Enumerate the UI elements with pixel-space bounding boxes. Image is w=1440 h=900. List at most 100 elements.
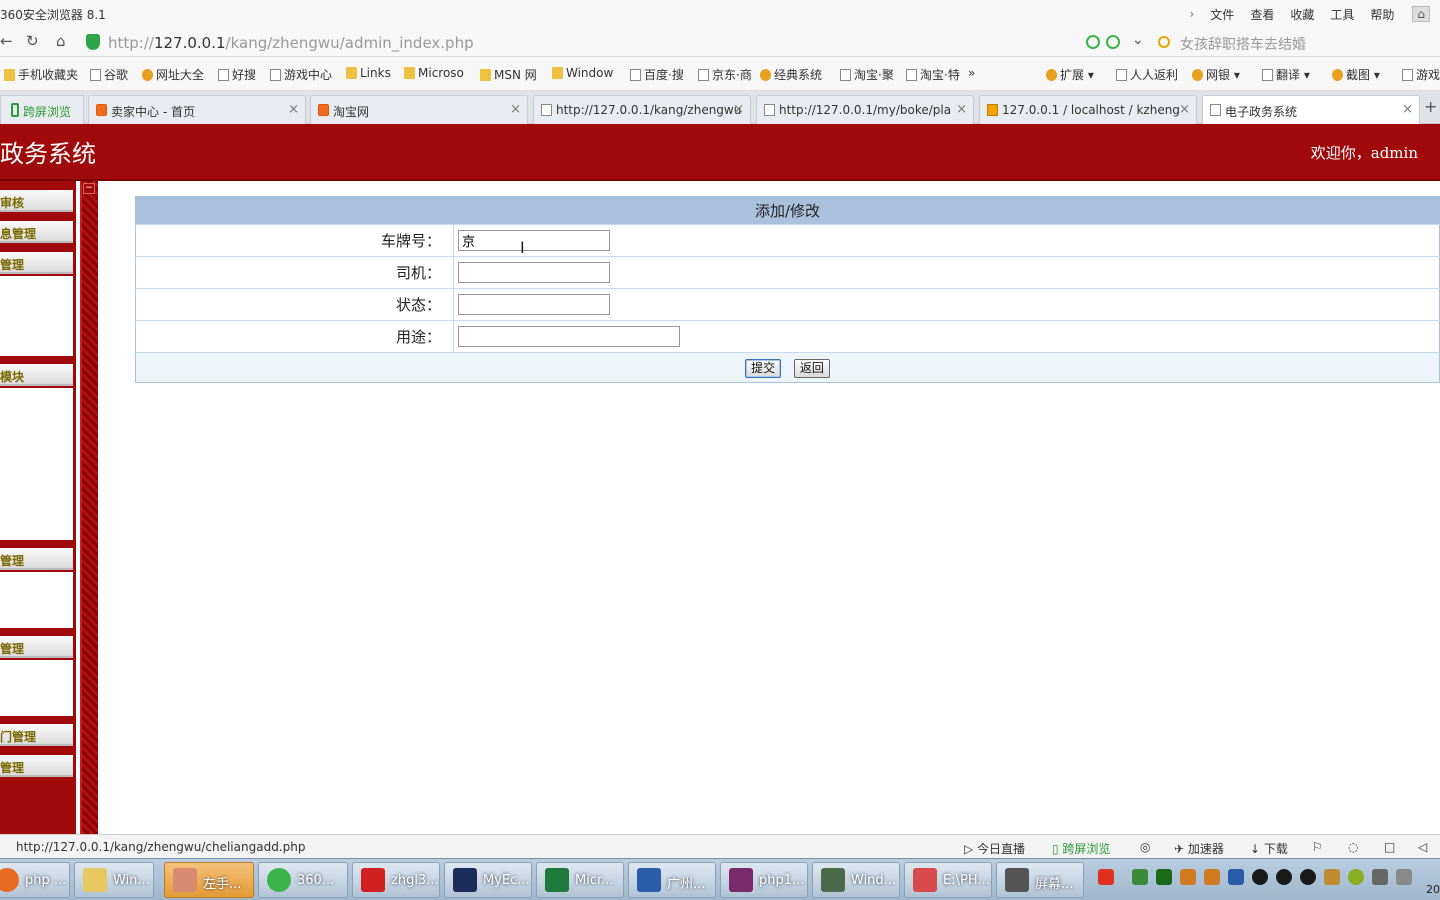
tab-taobao[interactable]: 淘宝网 × xyxy=(310,95,528,124)
tab-cross-screen[interactable]: 跨屏浏览 xyxy=(0,95,84,124)
bookmark-item[interactable]: 百度·搜 xyxy=(630,66,684,83)
taskbar-item[interactable]: php1... xyxy=(720,862,808,898)
bookmark-item[interactable]: 手机收藏夹 xyxy=(4,66,78,83)
search-box[interactable]: 女孩辞职搭车去结婚 xyxy=(1156,31,1440,54)
sidebar-item-dept-manage[interactable]: 门管理 xyxy=(0,724,73,746)
close-icon[interactable]: × xyxy=(956,102,967,117)
accelerator-button[interactable]: ✈ 加速器 xyxy=(1174,840,1224,857)
plate-number-input[interactable] xyxy=(458,230,610,251)
leaf-icon[interactable] xyxy=(1106,35,1120,49)
taskbar-item[interactable]: E:\PH... xyxy=(904,862,992,898)
search-placeholder[interactable]: 女孩辞职搭车去结婚 xyxy=(1180,34,1306,54)
bookmark-item[interactable]: 谷歌 xyxy=(90,66,128,83)
extension-item[interactable]: 人人返利 xyxy=(1116,66,1178,83)
home-icon[interactable]: ⌂ xyxy=(56,32,66,50)
live-today-button[interactable]: ▷ 今日直播 xyxy=(964,840,1025,857)
tray-app-icon[interactable] xyxy=(1324,869,1340,885)
back-button[interactable]: 返回 xyxy=(793,358,830,378)
bookmark-item[interactable]: Microso xyxy=(404,66,464,80)
taskbar-item[interactable]: php ... xyxy=(0,862,70,898)
taskbar-item[interactable]: 360... xyxy=(258,862,348,898)
extension-item[interactable]: 游戏 xyxy=(1402,66,1440,83)
submit-button[interactable]: 提交 xyxy=(745,358,782,378)
tray-app-icon[interactable] xyxy=(1348,869,1364,885)
menu-view[interactable]: 查看 xyxy=(1250,6,1274,23)
extension-item[interactable]: 扩展 ▾ xyxy=(1046,66,1094,83)
network-icon[interactable] xyxy=(1372,869,1388,885)
taskbar-item[interactable]: Wind... xyxy=(812,862,900,898)
compat-icon[interactable]: ◎ xyxy=(1140,840,1150,854)
clean-icon[interactable]: ◌ xyxy=(1348,840,1358,854)
tab-zhengwu[interactable]: http://127.0.0.1/kang/zhengwu × xyxy=(533,95,751,124)
menu-file[interactable]: 文件 xyxy=(1210,6,1234,23)
close-icon[interactable]: × xyxy=(1402,102,1413,117)
taskbar-item[interactable]: Micr... xyxy=(536,862,624,898)
sidebar-item-manage-1[interactable]: 管理 xyxy=(0,252,73,274)
taskbar-item[interactable]: MyEc... xyxy=(444,862,532,898)
tray-app-icon[interactable] xyxy=(1132,869,1148,885)
cross-screen-button[interactable]: ▯ 跨屏浏览 xyxy=(1052,840,1110,857)
taskbar-item[interactable]: zhgl3... xyxy=(352,862,440,898)
sidebar-item-audit[interactable]: 审核 xyxy=(0,190,73,212)
refresh-icon[interactable]: ↻ xyxy=(26,32,39,50)
tab-seller-center[interactable]: 卖家中心 - 首页 × xyxy=(88,95,306,124)
bookmark-item[interactable]: MSN 网 xyxy=(480,66,537,83)
download-button[interactable]: ↓ 下载 xyxy=(1250,840,1288,857)
tab-egov-system[interactable]: 电子政务系统 × xyxy=(1202,95,1420,125)
menu-tools[interactable]: 工具 xyxy=(1330,6,1354,23)
bookmark-item[interactable]: 游戏中心 xyxy=(270,66,332,83)
extension-item[interactable]: 网银 ▾ xyxy=(1192,66,1240,83)
chevron-down-icon[interactable]: ⌄ xyxy=(1132,32,1144,48)
sidebar-item-module[interactable]: 模块 xyxy=(0,364,73,386)
clock[interactable]: 20 xyxy=(1426,883,1440,896)
close-icon[interactable]: × xyxy=(1179,102,1190,117)
new-tab-icon[interactable]: + xyxy=(1424,97,1437,116)
menu-help[interactable]: 帮助 xyxy=(1370,6,1394,23)
status-input[interactable] xyxy=(458,294,610,315)
sidebar-item-manage-3[interactable]: 管理 xyxy=(0,636,73,658)
close-icon[interactable]: × xyxy=(733,102,744,117)
close-icon[interactable]: × xyxy=(288,102,299,117)
extension-item[interactable]: 翻译 ▾ xyxy=(1262,66,1310,83)
sidebar-item-info-manage[interactable]: 息管理 xyxy=(0,221,73,243)
taskbar-item[interactable]: 屏幕... xyxy=(996,862,1084,898)
bookmark-item[interactable]: 好搜 xyxy=(218,66,256,83)
tray-app-icon[interactable] xyxy=(1156,869,1172,885)
address-url[interactable]: http://127.0.0.1/kang/zhengwu/admin_inde… xyxy=(108,34,474,52)
volume-icon[interactable] xyxy=(1396,869,1412,885)
sidebar-item-manage-2[interactable]: 管理 xyxy=(0,548,73,570)
tab-boke[interactable]: http://127.0.0.1/my/boke/pla × xyxy=(756,95,974,124)
bookmark-item[interactable]: Window xyxy=(552,66,613,80)
window-icon[interactable]: □ xyxy=(1384,840,1395,854)
taskbar-item[interactable]: 左手... xyxy=(164,862,254,898)
flag-icon[interactable]: ⚐ xyxy=(1312,840,1323,854)
sidebar-splitter[interactable] xyxy=(80,181,98,834)
tray-app-icon[interactable] xyxy=(1180,869,1196,885)
back-icon[interactable]: ← xyxy=(0,32,13,50)
collapse-sidebar-button[interactable]: − xyxy=(83,183,95,194)
bookmark-item[interactable]: 淘宝·聚 xyxy=(840,66,894,83)
skin-icon[interactable]: ⌂ xyxy=(1412,6,1430,22)
qq-icon[interactable] xyxy=(1252,869,1268,885)
bookmark-item[interactable]: 京东·商 xyxy=(698,66,752,83)
chevron-right-icon[interactable]: › xyxy=(1189,7,1194,21)
volume-icon[interactable]: ◁ xyxy=(1418,840,1427,854)
bookmark-item[interactable]: 淘宝·特 xyxy=(906,66,960,83)
address-bar[interactable]: http://127.0.0.1/kang/zhengwu/admin_inde… xyxy=(82,31,1150,54)
menu-favorites[interactable]: 收藏 xyxy=(1290,6,1314,23)
tray-app-icon[interactable] xyxy=(1228,869,1244,885)
more-bookmarks-icon[interactable]: » xyxy=(968,66,975,80)
close-icon[interactable]: × xyxy=(510,102,521,117)
taskbar-item[interactable]: Win... xyxy=(74,862,154,898)
qq-icon[interactable] xyxy=(1300,869,1316,885)
sidebar-item-manage-4[interactable]: 管理 xyxy=(0,755,73,777)
bookmark-item[interactable]: 网址大全 xyxy=(142,66,204,83)
bookmark-item[interactable]: Links xyxy=(346,66,391,80)
extension-item[interactable]: 截图 ▾ xyxy=(1332,66,1380,83)
speed-mode-icon[interactable] xyxy=(1086,35,1100,49)
driver-input[interactable] xyxy=(458,262,610,283)
taskbar-item[interactable]: 广州... xyxy=(628,862,716,898)
purpose-input[interactable] xyxy=(458,326,680,347)
sogou-icon[interactable] xyxy=(1098,869,1114,885)
qq-icon[interactable] xyxy=(1276,869,1292,885)
